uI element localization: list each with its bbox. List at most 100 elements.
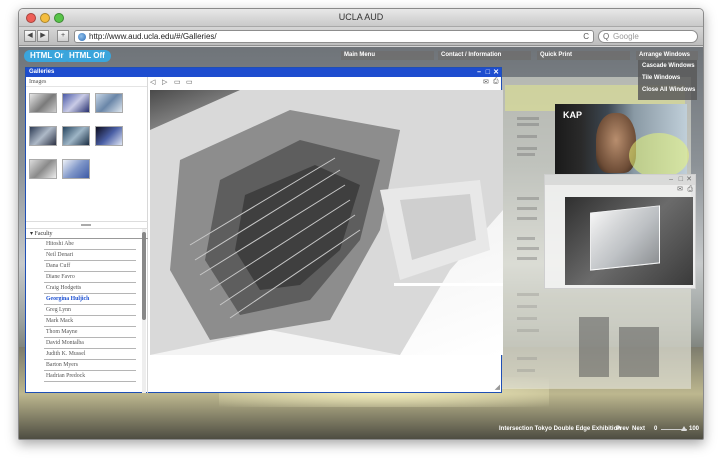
gallery-thumbnail[interactable] (95, 93, 123, 113)
zoom-min-label: 0 (654, 426, 658, 432)
project-window[interactable]: – □ ✕ ✉ ⎙ (544, 174, 696, 289)
galleries-title: Galleries (29, 69, 55, 75)
faculty-item[interactable]: David Montalba (44, 338, 136, 349)
reload-icon[interactable]: C (583, 31, 589, 42)
gallery-thumbnail[interactable] (62, 126, 90, 146)
text-line (517, 135, 537, 138)
arrange-windows-menu: Cascade Windows Tile Windows Close All W… (638, 60, 697, 100)
image-loading-bar (394, 283, 503, 286)
page-viewport: KAP – □ ✕ ✉ ⎙ HTML On HTML Off Main Menu… (19, 47, 703, 439)
faculty-scrollbar[interactable] (142, 229, 146, 393)
exhibition-link[interactable]: Intersection Tokyo Double Edge Exhibitio… (499, 423, 621, 435)
pane-divider[interactable] (26, 221, 148, 229)
gallery-thumbnail[interactable] (29, 159, 57, 179)
resize-grip-icon[interactable]: ◢ (495, 383, 500, 391)
faculty-item[interactable]: Hitoshi Abe (44, 239, 136, 250)
faculty-header[interactable]: ▾ Faculty (26, 229, 148, 239)
galleries-titlebar[interactable]: Galleries – □ ✕ (26, 68, 501, 77)
close-icon[interactable]: ✕ (493, 68, 499, 77)
contact-button[interactable]: Contact / Information (438, 51, 531, 60)
translucent-cube-model (590, 205, 660, 271)
forward-button[interactable]: ▶ (37, 30, 49, 42)
resize-handle[interactable] (81, 224, 91, 226)
faculty-list: ▾ Faculty Hitoshi Abe Neil Denari Dana C… (26, 229, 148, 393)
faculty-item[interactable]: Craig Hodgetts (44, 283, 136, 294)
tile-windows-item[interactable]: Tile Windows (638, 72, 697, 84)
browser-toolbar: ◀ ▶ + http://www.aud.ucla.edu/#/Gallerie… (19, 27, 703, 46)
quick-print-button[interactable]: Quick Print (537, 51, 630, 60)
faculty-header-label: Faculty (34, 231, 53, 237)
faculty-item[interactable]: Diane Favro (44, 272, 136, 283)
window-title: UCLA AUD (338, 12, 384, 22)
faculty-item[interactable]: Mark Mack (44, 316, 136, 327)
text-line (517, 123, 539, 126)
html-off-button[interactable]: HTML Off (63, 50, 111, 62)
add-bookmark-button[interactable]: + (57, 30, 69, 42)
mail-icon[interactable]: ✉ (677, 185, 683, 195)
faculty-item[interactable]: Thom Mayne (44, 327, 136, 338)
project-window-tools: ✉ ⎙ (545, 185, 695, 195)
maximize-icon[interactable]: □ (486, 68, 490, 77)
close-icon[interactable]: ✕ (686, 175, 692, 185)
close-all-windows-item[interactable]: Close All Windows (638, 84, 697, 96)
faculty-item[interactable]: Hadrian Predock (44, 371, 136, 382)
folder-icon[interactable]: ▭ (174, 78, 181, 86)
faculty-item-selected[interactable]: Georgina Huljich (44, 294, 136, 305)
gallery-thumbnail[interactable] (62, 93, 90, 113)
project-model-image (565, 197, 693, 285)
gallery-thumbnail[interactable] (95, 126, 123, 146)
search-placeholder: Google (613, 32, 639, 41)
text-line (517, 247, 539, 250)
slider-knob[interactable] (681, 426, 687, 431)
faculty-item[interactable]: Greg Lynn (44, 305, 136, 316)
text-line (517, 117, 539, 120)
text-line (517, 197, 539, 200)
maximize-icon[interactable]: □ (679, 175, 683, 185)
faculty-item[interactable]: Neil Denari (44, 250, 136, 261)
gallery-thumbnail[interactable] (62, 159, 90, 179)
mail-icon[interactable]: ✉ (483, 78, 489, 86)
print-icon[interactable]: ⎙ (493, 78, 499, 86)
minimize-icon[interactable]: – (477, 68, 481, 77)
gallery-main-image (150, 90, 503, 355)
text-line (517, 217, 537, 220)
faculty-item[interactable]: Judith K. Mussel (44, 349, 136, 360)
project-window-titlebar: – □ ✕ (545, 175, 695, 185)
background-image (579, 317, 609, 377)
previous-icon[interactable]: ◁ (150, 78, 155, 86)
gallery-toolbar: ◁ ▷ ▭ ▭ ✉ ⎙ (150, 77, 501, 89)
play-icon[interactable]: ▷ (162, 78, 167, 86)
arrange-windows-button[interactable]: Arrange Windows (636, 51, 698, 60)
zoom-slider[interactable] (661, 426, 687, 431)
search-input[interactable]: Q Google (598, 30, 698, 43)
next-button[interactable]: Next (632, 423, 645, 435)
gallery-thumbnail[interactable] (29, 93, 57, 113)
main-menu-button[interactable]: Main Menu (341, 51, 434, 60)
title-bar: UCLA AUD (19, 9, 703, 27)
file-icon[interactable]: ▭ (186, 78, 193, 86)
prev-button[interactable]: Prev (616, 423, 629, 435)
galleries-sidebar: Images ▾ Faculty Hitoshi Abe Neil Denari… (26, 77, 148, 393)
url-text: http://www.aud.ucla.edu/#/Galleries/ (89, 32, 217, 41)
site-navigation: HTML On HTML Off Main Menu Contact / Inf… (19, 47, 703, 63)
minimize-icon[interactable]: – (669, 175, 673, 185)
globe-icon (78, 33, 86, 41)
text-line (517, 153, 535, 156)
kap-label: KAP (563, 110, 583, 120)
text-line (517, 207, 537, 210)
faculty-item[interactable]: Barton Myers (44, 360, 136, 371)
galleries-body: Images ▾ Faculty Hitoshi Abe Neil Denari… (26, 77, 503, 393)
galleries-window: Galleries – □ ✕ Images ▾ Faculty Hitoshi… (25, 67, 503, 393)
print-icon[interactable]: ⎙ (687, 185, 693, 195)
exhibition-bar: Intersection Tokyo Double Edge Exhibitio… (495, 423, 703, 435)
text-line (517, 147, 537, 150)
address-bar[interactable]: http://www.aud.ucla.edu/#/Galleries/ C (74, 30, 594, 43)
zoom-max-label: 100 (689, 426, 700, 432)
faculty-item[interactable]: Dana Cuff (44, 261, 136, 272)
back-button[interactable]: ◀ (24, 30, 36, 42)
highlight-circle (629, 133, 689, 178)
cascade-windows-item[interactable]: Cascade Windows (638, 60, 697, 72)
search-icon: Q (603, 32, 610, 41)
gallery-thumbnail[interactable] (29, 126, 57, 146)
scrollbar-thumb[interactable] (142, 232, 146, 320)
